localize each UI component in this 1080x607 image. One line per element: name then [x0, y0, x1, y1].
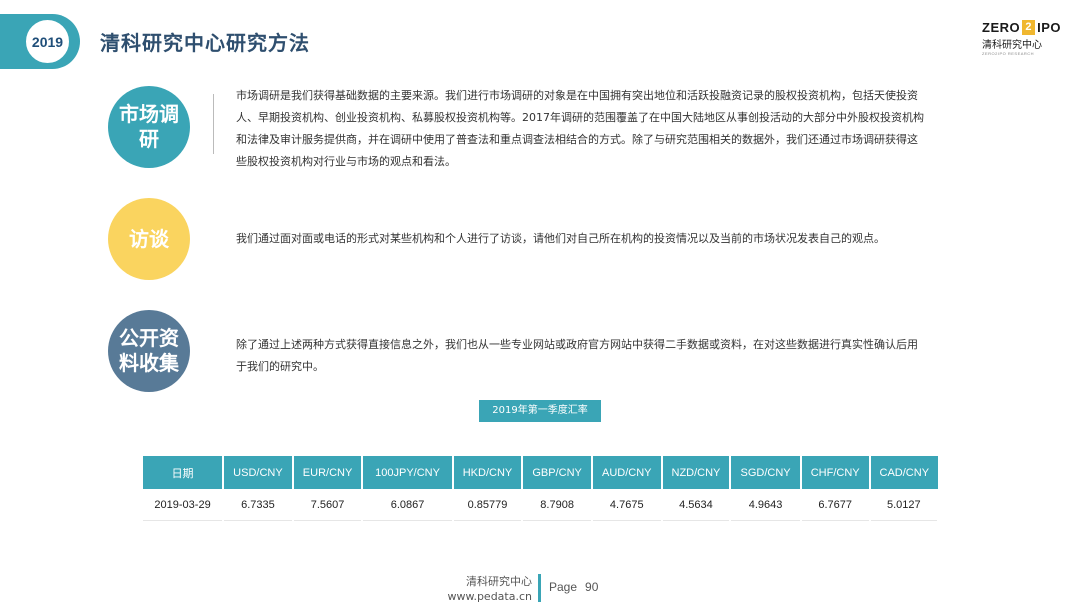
year-badge: 2019 — [24, 18, 71, 65]
table-row: 2019-03-29 6.7335 7.5607 6.0867 0.85779 … — [143, 489, 940, 521]
col-header: CAD/CNY — [869, 456, 938, 489]
table-cell: 7.5607 — [292, 489, 364, 521]
table-cell: 2019-03-29 — [143, 489, 225, 521]
table-cell: 4.7675 — [591, 489, 663, 521]
page-number: 90 — [585, 580, 599, 594]
footer-org: 清科研究中心 www.pedata.cn — [440, 574, 532, 604]
footer-org-name: 清科研究中心 — [466, 575, 532, 588]
table-cell: 4.9643 — [730, 489, 802, 521]
table-cell: 5.0127 — [869, 489, 940, 521]
col-header: 100JPY/CNY — [362, 456, 454, 489]
footer-divider — [538, 574, 541, 602]
market-research-label: 市场调研 — [119, 102, 179, 151]
col-header: EUR/CNY — [292, 456, 364, 489]
logo-text-ipo: IPO — [1037, 20, 1062, 35]
market-research-text: 市场调研是我们获得基础数据的主要来源。我们进行市场调研的对象是在中国拥有突出地位… — [236, 89, 924, 168]
table-cell: 4.5634 — [661, 489, 732, 521]
table-cell: 0.85779 — [452, 489, 524, 521]
logo-english-name: ZERO2IPO RESEARCH — [982, 51, 1035, 56]
col-header: HKD/CNY — [452, 456, 524, 489]
table-header-row: 日期 USD/CNY EUR/CNY 100JPY/CNY HKD/CNY GB… — [143, 456, 938, 489]
interview-circle: 访谈 — [108, 198, 190, 280]
market-research-circle: 市场调研 — [108, 86, 190, 168]
interview-text: 我们通过面对面或电话的形式对某些机构和个人进行了访谈，请他们对自己所在机构的投资… — [236, 232, 885, 245]
page-label: Page — [549, 580, 578, 594]
page-title: 清科研究中心研究方法 — [100, 31, 310, 55]
page-indicator: Page 90 — [549, 580, 598, 594]
exchange-rate-table: 日期 USD/CNY EUR/CNY 100JPY/CNY HKD/CNY GB… — [143, 456, 940, 521]
divider-line — [213, 94, 214, 154]
zero2ipo-logo: ZERO 2 IPO 清科研究中心 ZERO2IPO RESEARCH — [982, 20, 1062, 56]
col-header: NZD/CNY — [661, 456, 732, 489]
logo-box: 2 — [1022, 20, 1036, 35]
table-cell: 6.7335 — [223, 489, 294, 521]
table-cell: 8.7908 — [522, 489, 593, 521]
public-data-text: 除了通过上述两种方式获得直接信息之外，我们也从一些专业网站或政府官方网站中获得二… — [236, 338, 918, 373]
logo-chinese-name: 清科研究中心 — [982, 40, 1042, 51]
table-cell: 6.7677 — [800, 489, 871, 521]
public-data-circle: 公开资料收集 — [108, 310, 190, 392]
col-header: AUD/CNY — [591, 456, 663, 489]
public-data-label: 公开资料收集 — [119, 326, 179, 375]
footer-url: www.pedata.cn — [447, 590, 532, 603]
table-cell: 6.0867 — [362, 489, 454, 521]
col-header: CHF/CNY — [800, 456, 871, 489]
col-header: GBP/CNY — [522, 456, 593, 489]
col-header: SGD/CNY — [730, 456, 802, 489]
logo-text-zero: ZERO — [982, 20, 1021, 35]
rate-table-title: 2019年第一季度汇率 — [479, 400, 601, 422]
interview-label: 访谈 — [129, 226, 169, 251]
col-header: USD/CNY — [223, 456, 294, 489]
col-header: 日期 — [143, 456, 225, 489]
